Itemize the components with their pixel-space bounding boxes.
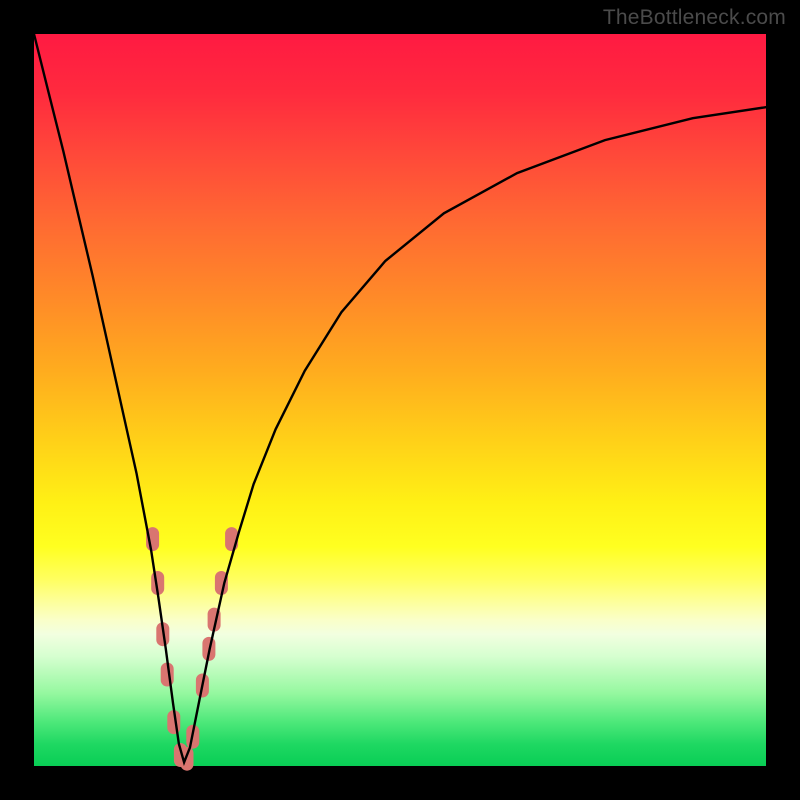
chart-svg: [34, 34, 766, 766]
bottleneck-curve: [34, 34, 766, 762]
chart-frame: TheBottleneck.com: [0, 0, 800, 800]
watermark-label: TheBottleneck.com: [603, 6, 786, 30]
